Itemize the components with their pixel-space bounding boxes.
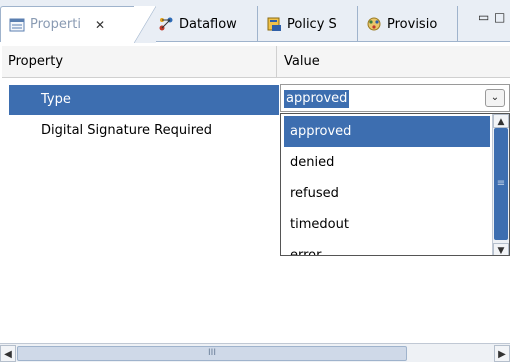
dropdown-option-denied[interactable]: denied [284, 147, 490, 178]
scrollbar-thumb[interactable]: III [17, 346, 407, 361]
scrollbar-thumb[interactable]: ≡ [494, 128, 508, 240]
view-tab-bar: Properti ✕ Dataflow Policy S Provisio ▭ … [0, 0, 510, 43]
provisioning-icon [366, 16, 382, 32]
column-header-value[interactable]: Value [278, 46, 510, 78]
horizontal-scrollbar[interactable]: ◀ III ▶ [0, 343, 510, 362]
type-value-combo[interactable]: approved ⌄ [280, 84, 510, 112]
tab-divider [134, 6, 156, 43]
combo-selected-value[interactable]: approved [284, 90, 350, 108]
policy-icon [266, 16, 282, 32]
tab-provisioning[interactable]: Provisio [358, 6, 458, 42]
dropdown-option-approved[interactable]: approved [284, 116, 490, 147]
maximize-icon[interactable]: □ [494, 10, 505, 24]
tab-properties[interactable]: Properti ✕ [0, 6, 142, 42]
dropdown-scrollbar[interactable]: ▲ ≡ ▼ [492, 114, 509, 255]
close-icon[interactable]: ✕ [95, 18, 105, 32]
property-name-digital-signature: Digital Signature Required [41, 123, 212, 138]
dropdown-option-error[interactable]: error [284, 240, 490, 255]
tab-policy-label: Policy S [287, 16, 337, 32]
tab-policy[interactable]: Policy S [258, 6, 358, 42]
scroll-left-icon[interactable]: ◀ [0, 345, 16, 362]
scroll-down-icon[interactable]: ▼ [493, 243, 509, 255]
scroll-up-icon[interactable]: ▲ [493, 114, 509, 128]
dropdown-option-timedout[interactable]: timedout [284, 209, 490, 240]
column-header-property[interactable]: Property [2, 46, 277, 78]
tab-provisioning-label: Provisio [387, 16, 438, 32]
type-dropdown-list[interactable]: approved denied refused timedout error ▲… [280, 113, 510, 256]
tab-dataflow[interactable]: Dataflow [150, 6, 258, 42]
table-header: Property Value [2, 46, 510, 78]
dataflow-icon [158, 16, 174, 32]
chevron-down-icon[interactable]: ⌄ [485, 89, 505, 107]
scroll-right-icon[interactable]: ▶ [494, 345, 510, 362]
dropdown-option-refused[interactable]: refused [284, 178, 490, 209]
property-name-type: Type [9, 85, 279, 115]
minimize-icon[interactable]: ▭ [478, 10, 489, 24]
tab-properties-label: Properti [30, 17, 81, 32]
properties-icon [9, 17, 25, 33]
tab-dataflow-label: Dataflow [179, 16, 237, 32]
